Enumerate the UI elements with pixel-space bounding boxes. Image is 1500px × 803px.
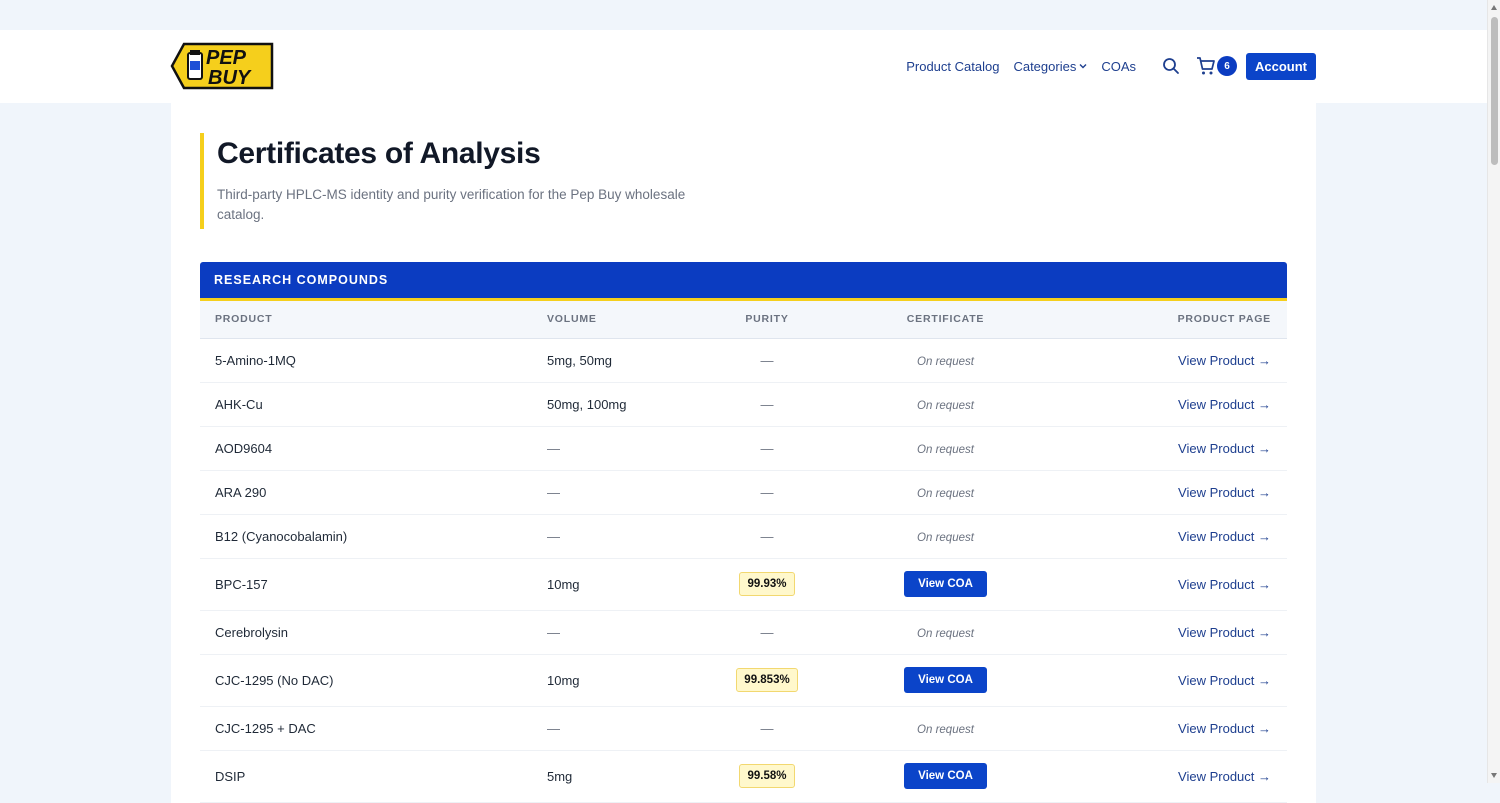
table-row: CJC-1295 + DAC — — On request View Produ… [200, 706, 1287, 751]
view-product-link[interactable]: View Product → [1178, 397, 1271, 412]
cart-icon [1197, 57, 1215, 75]
table-row: BPC-157 10mg 99.93% View COA View Produc… [200, 558, 1287, 611]
scroll-up-arrow[interactable] [1491, 5, 1497, 10]
view-product-link[interactable]: View Product → [1178, 769, 1271, 784]
view-coa-button[interactable]: View COA [904, 571, 987, 597]
col-volume: VOLUME [547, 313, 597, 326]
volume: 10mg [547, 654, 707, 707]
purity: — [707, 706, 827, 751]
search-icon[interactable] [1162, 57, 1180, 75]
product-name: ARA 290 [200, 470, 547, 515]
view-product-link[interactable]: View Product → [1178, 441, 1271, 456]
page-scrollbar[interactable] [1487, 0, 1500, 783]
volume: 10mg [547, 558, 707, 611]
col-certificate: CERTIFICATE [906, 313, 985, 326]
coa-table: PRODUCT VOLUME PURITY CERTIFICATE PRODUC… [200, 301, 1287, 803]
nav-product-catalog[interactable]: Product Catalog [906, 59, 999, 74]
svg-text:BUY: BUY [208, 67, 252, 89]
view-product-link[interactable]: View Product → [1178, 353, 1271, 368]
purity: — [707, 610, 827, 655]
certificate-on-request: On request [917, 443, 974, 456]
view-product-link[interactable]: View Product → [1178, 529, 1271, 544]
purity: — [707, 426, 827, 471]
product-name: CJC-1295 (No DAC) [200, 654, 547, 707]
cart-count-badge: 6 [1217, 56, 1237, 76]
scroll-thumb[interactable] [1491, 17, 1498, 165]
volume: — [547, 514, 707, 559]
nav-label: Product Catalog [906, 58, 1000, 74]
main-nav: Product Catalog Categories COAs 6 Accoun… [892, 52, 1316, 80]
table-row: B12 (Cyanocobalamin) — — On request View… [200, 514, 1287, 559]
chevron-down-icon [1079, 64, 1087, 69]
purity-badge: 99.93% [739, 572, 795, 596]
product-name: B12 (Cyanocobalamin) [200, 514, 547, 559]
nav-label: COAs [1101, 58, 1136, 74]
hero: Certificates of Analysis Third-party HPL… [200, 133, 717, 229]
table-row: DSIP 5mg 99.58% View COA View Product → [200, 750, 1287, 803]
volume: 5mg [547, 750, 707, 803]
scroll-down-arrow[interactable] [1491, 773, 1497, 778]
product-name: DSIP [200, 750, 547, 803]
table-row: CJC-1295 (No DAC) 10mg 99.853% View COA … [200, 654, 1287, 707]
main-card: Certificates of Analysis Third-party HPL… [171, 103, 1316, 803]
purity: — [707, 514, 827, 559]
table-header-row: PRODUCT VOLUME PURITY CERTIFICATE PRODUC… [200, 301, 1287, 338]
product-name: BPC-157 [200, 558, 547, 611]
account-button[interactable]: Account [1246, 52, 1316, 80]
purity-badge: 99.853% [736, 668, 798, 692]
view-product-link[interactable]: View Product → [1178, 673, 1271, 688]
view-coa-button[interactable]: View COA [904, 763, 987, 789]
volume: — [547, 426, 707, 471]
volume: — [547, 470, 707, 515]
nav-categories[interactable]: Categories [1013, 59, 1087, 74]
product-name: AHK-Cu [200, 382, 547, 427]
pep-buy-logo[interactable]: PEP BUY [170, 42, 274, 90]
product-name: AOD9604 [200, 426, 547, 471]
view-coa-button[interactable]: View COA [904, 667, 987, 693]
top-strip [0, 0, 1500, 30]
purity: — [707, 470, 827, 515]
certificate-on-request: On request [917, 487, 974, 500]
purity: — [707, 382, 827, 427]
nav-coas[interactable]: COAs [1101, 59, 1136, 74]
volume: — [547, 706, 707, 751]
volume: — [547, 610, 707, 655]
section-title: RESEARCH COMPOUNDS [200, 262, 1287, 301]
view-product-link[interactable]: View Product → [1178, 721, 1271, 736]
view-product-link[interactable]: View Product → [1178, 577, 1271, 592]
table-row: Cerebrolysin — — On request View Product… [200, 610, 1287, 655]
page-title: Certificates of Analysis [217, 137, 541, 170]
product-name: 5-Amino-1MQ [200, 338, 547, 383]
table-row: 5-Amino-1MQ 5mg, 50mg — On request View … [200, 338, 1287, 383]
product-name: CJC-1295 + DAC [200, 706, 547, 751]
cart-button[interactable]: 6 [1196, 56, 1237, 76]
table-row: AHK-Cu 50mg, 100mg — On request View Pro… [200, 382, 1287, 427]
volume: 5mg, 50mg [547, 338, 707, 383]
product-name: Cerebrolysin [200, 610, 547, 655]
certificate-on-request: On request [917, 627, 974, 640]
nav-label: Categories [1013, 58, 1077, 74]
page-subtitle: Third-party HPLC-MS identity and purity … [217, 187, 686, 222]
col-product: PRODUCT [215, 313, 273, 326]
view-product-link[interactable]: View Product → [1178, 485, 1271, 500]
col-purity: PURITY [745, 313, 789, 326]
site-header: PEP BUY Product Catalog Categories COAs … [0, 30, 1487, 103]
purity-badge: 99.58% [739, 764, 795, 788]
certificate-on-request: On request [917, 399, 974, 412]
certificate-on-request: On request [917, 723, 974, 736]
svg-text:PEP: PEP [206, 47, 247, 69]
volume: 50mg, 100mg [547, 382, 707, 427]
certificate-on-request: On request [917, 531, 974, 544]
purity: — [707, 338, 827, 383]
research-compounds-section: RESEARCH COMPOUNDS PRODUCT VOLUME PURITY… [200, 262, 1287, 803]
view-product-link[interactable]: View Product → [1178, 625, 1271, 640]
col-product-page: PRODUCT PAGE [1177, 313, 1271, 326]
table-row: AOD9604 — — On request View Product → [200, 426, 1287, 471]
certificate-on-request: On request [917, 355, 974, 368]
table-row: ARA 290 — — On request View Product → [200, 470, 1287, 515]
